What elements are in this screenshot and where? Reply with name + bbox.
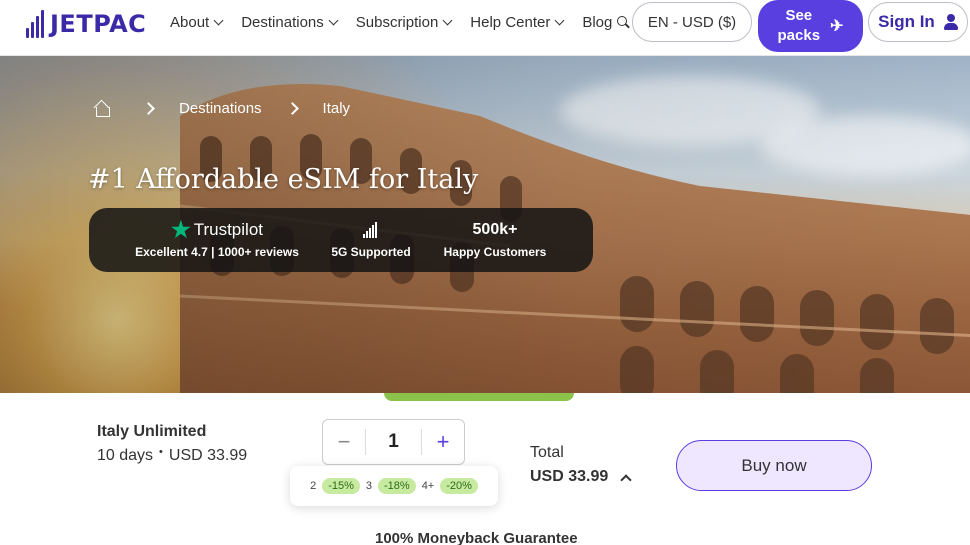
nav-help-center-label: Help Center (470, 13, 551, 31)
breadcrumb-italy: Italy (322, 100, 351, 117)
total-summary[interactable]: USD 33.99 (530, 468, 632, 486)
chevron-down-icon (442, 15, 453, 25)
logo-icon (26, 10, 46, 38)
product-price: USD 33.99 (168, 447, 248, 464)
quantity-stepper: − 1 + (322, 419, 465, 465)
hero-banner: Destinations Italy #1 Affordable eSIM fo… (0, 56, 970, 393)
breadcrumb: Destinations Italy (94, 100, 376, 117)
network-label: 5G Supported (331, 245, 411, 259)
chevron-down-icon (213, 15, 224, 25)
discount-qty: 2 (310, 480, 317, 492)
breadcrumb-destinations[interactable]: Destinations (179, 100, 262, 117)
stat-trustpilot[interactable]: ★ Trustpilot Excellent 4.7 | 1000+ revie… (133, 218, 301, 260)
language-currency-button[interactable]: EN - USD ($) (632, 2, 752, 42)
see-packs-button[interactable]: See packs ✈ (758, 0, 863, 52)
product-detail: 10 days • USD 33.99 (97, 446, 248, 465)
separator-dot: • (159, 446, 163, 458)
discount-badge: -20% (440, 478, 478, 494)
chevron-up-icon[interactable] (620, 473, 632, 486)
promo-tab (384, 393, 574, 401)
total-label: Total (530, 444, 564, 461)
trustpilot-brand: Trustpilot (193, 220, 263, 239)
star-icon: ★ (170, 217, 191, 242)
chevron-down-icon (328, 15, 339, 25)
search-icon[interactable] (617, 16, 629, 28)
nav-subscription-label: Subscription (355, 13, 439, 31)
quantity-value: 1 (365, 429, 422, 455)
stat-customers: 500k+ Happy Customers (439, 218, 551, 259)
see-packs-line2: packs (777, 27, 821, 44)
product-name: Italy Unlimited (97, 423, 207, 440)
discount-qty: 3 (365, 480, 372, 492)
moneyback-guarantee: 100% Moneyback Guarantee (375, 530, 578, 545)
trustpilot-logo: ★ Trustpilot (133, 218, 301, 242)
site-header: JETPAC About Destinations Subscription H… (0, 0, 970, 56)
nav-subscription[interactable]: Subscription (355, 13, 453, 31)
see-packs-line1: See (785, 7, 813, 24)
customers-count: 500k+ (472, 221, 518, 238)
discount-badge: -15% (322, 478, 360, 494)
chevron-right-icon (285, 102, 299, 115)
nav-about[interactable]: About (170, 13, 224, 31)
nav-help-center[interactable]: Help Center (470, 13, 565, 31)
stat-network: 5G Supported (325, 218, 417, 259)
main-nav: About Destinations Subscription Help Cen… (170, 0, 629, 44)
buy-now-button[interactable]: Buy now (676, 440, 872, 491)
signal-icon (363, 222, 379, 238)
product-duration: 10 days (97, 447, 154, 464)
volume-discounts: 2 -15% 3 -18% 4+ -20% (290, 466, 498, 506)
customers-label: Happy Customers (443, 245, 547, 259)
discount-qty: 4+ (421, 480, 435, 492)
sign-in-label: Sign In (878, 12, 935, 31)
discount-badge: -18% (378, 478, 416, 494)
sign-in-button[interactable]: Sign In (868, 2, 968, 42)
logo[interactable]: JETPAC (26, 8, 146, 40)
nav-about-label: About (170, 13, 210, 31)
nav-destinations-label: Destinations (241, 13, 324, 31)
see-packs-label: See packs (778, 6, 821, 46)
nav-blog[interactable]: Blog (582, 14, 629, 31)
decrease-quantity-button[interactable]: − (323, 420, 365, 464)
nav-blog-label: Blog (582, 13, 613, 31)
logo-text: JETPAC (50, 10, 147, 38)
increase-quantity-button[interactable]: + (422, 420, 464, 464)
total-value: USD 33.99 (530, 468, 609, 485)
nav-destinations[interactable]: Destinations (241, 13, 339, 31)
home-icon[interactable] (94, 101, 110, 117)
page-title: #1 Affordable eSIM for Italy (88, 164, 479, 195)
airplane-icon: ✈ (830, 18, 844, 35)
user-icon (943, 14, 958, 30)
trustpilot-rating: Excellent 4.7 | 1000+ reviews (135, 245, 299, 259)
stats-panel: ★ Trustpilot Excellent 4.7 | 1000+ revie… (89, 208, 593, 272)
chevron-down-icon (554, 15, 565, 25)
chevron-right-icon (142, 102, 155, 115)
